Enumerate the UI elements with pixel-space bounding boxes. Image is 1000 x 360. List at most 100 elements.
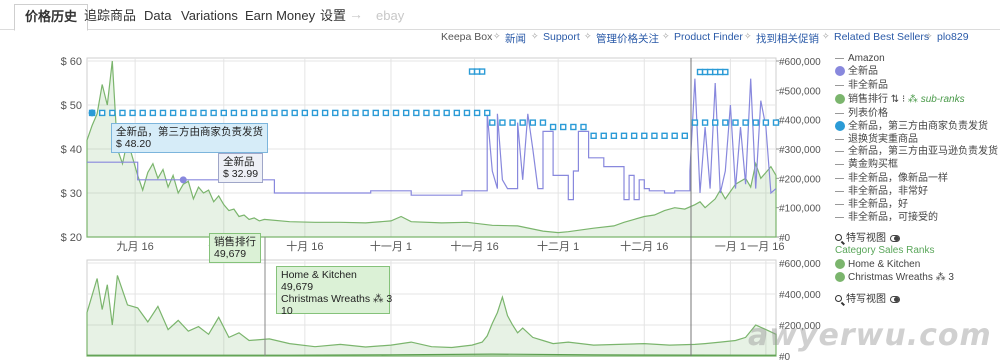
legend-non-new[interactable]: 非全新品 [835,80,888,92]
hierarchy-icon: ⁂ [935,272,946,284]
legend-label: 全新品，第三方由亚马逊负责发货 [848,146,998,157]
special-view-label: 特写视图 [846,233,886,244]
fbm-offer-point [342,109,349,117]
legend-list-price[interactable]: 列表价格 [835,108,888,120]
legend-buy-box[interactable]: 黄金购买框 [835,159,898,171]
fbm-offer-point [651,132,658,140]
fbm-offer-point [630,132,638,140]
fbm-offer-point [701,68,709,76]
y-left-tick-label: $ 30 [61,188,82,200]
fbm-offer-point [129,109,136,117]
legend-sales-rank[interactable]: 销售排行 ⇅ ⁝ ⁂ sub-ranks [835,94,965,106]
legend-christmas-wreaths[interactable]: Christmas Wreaths ⁂ 3 [835,272,954,284]
legend-label: 非全新品，像新品一样 [848,173,948,184]
legend-label: Amazon [848,53,885,64]
sub-ranks-link[interactable]: sub-ranks [921,94,965,105]
toggle-icon[interactable] [890,295,900,303]
y-right-tick-label: #200,000 [779,174,821,185]
fbm-offer-point [200,109,207,117]
fbm-offer-point [332,109,339,117]
legend-new-3p-fbm[interactable]: 全新品，第三方由商家负责发货 [835,121,988,133]
fbm-offer-point [752,119,759,126]
legend-label: Home & Kitchen [848,259,921,271]
fbm-offer-point [671,132,678,140]
fbm-offer-point [301,109,309,117]
series-dot-icon [835,259,845,269]
fbm-offer-point [696,68,704,76]
x-tick-label: 十二月 16 [620,239,668,253]
fbm-offer-point [382,109,390,117]
legend-label: 列表价格 [848,108,888,119]
y-left-tick-label: $ 40 [61,144,82,156]
special-view-toggle-2[interactable]: 特写视图 [835,294,900,306]
fbm-offer-point [661,132,668,140]
fbm-offer-point [362,109,369,117]
legend-label: 非全新品，非常好 [848,186,928,197]
legend-label: Christmas Wreaths [848,272,933,284]
legend-new-3p-fba[interactable]: 全新品，第三方由亚马逊负责发货 [835,146,998,158]
x-tick-label: 十一月 1 [370,239,412,253]
fbm-offer-point [321,109,329,117]
legend-new[interactable]: 全新品 [835,66,878,78]
legend-line-icon [835,216,844,218]
fbm-offer-point [499,119,506,126]
toggle-icon[interactable] [890,234,900,242]
legend-home-kitchen[interactable]: Home & Kitchen [835,259,920,271]
fbm-offer-point [433,109,440,117]
tooltip-line: Christmas Wreaths ⁂ 3 [281,293,393,305]
fbm-offer-point [641,132,648,140]
fbm-offer-point [98,109,106,117]
fbm-offer-point [468,68,476,75]
tooltip-line: Home & Kitchen [281,269,357,281]
fbm-offer-point [261,109,268,117]
legend-label: 全新品 [848,66,878,78]
fbm-offer-point [443,109,450,117]
hierarchy-icon: ⁂ [373,293,384,305]
fbm-offer-point [742,119,749,126]
tooltip-category-ranks: Home & Kitchen 49,679 Christmas Wreaths … [276,266,393,317]
fbm-offer-point [600,132,607,140]
legend-line-icon [835,84,844,86]
legend-label: 黄金购买框 [848,159,898,170]
x-tick-label: 一月 1 [715,241,746,253]
fbm-offer-point [590,132,597,140]
y-right-tick-label: #0 [779,352,791,360]
fbm-offer-point [580,123,587,131]
legend-line-icon [835,150,844,152]
fbm-offer-point [732,119,739,126]
legend-amazon[interactable]: Amazon [835,53,885,65]
tooltip-value: $ 48.20 [116,138,152,150]
tooltip-value: 49,679 [214,248,247,260]
fbm-offer-point [701,119,709,126]
legend-line-icon [835,138,844,140]
fbm-offer-point [478,68,486,75]
y-left-tick-label: $ 60 [61,56,82,68]
fbm-offer-point [484,109,491,117]
x-tick-label: 九月 16 [116,240,153,253]
fbm-offer-point [473,68,481,75]
fbm-offer-point [473,109,481,117]
sort-icon[interactable]: ⇅ ⁝ [891,94,905,105]
fbm-offer-point [180,109,187,117]
fbm-offer-point [519,119,526,126]
legend-label: 退换货実重商品 [848,134,918,145]
legend-used-good[interactable]: 非全新品，好 [835,199,908,211]
tooltip-title: 全新品 [223,156,255,168]
y-right-tick-label: #300,000 [779,145,821,156]
new-price-marker [179,176,187,184]
fbm-offer-point [119,109,126,117]
special-view-toggle[interactable]: 特写视图 [835,233,900,245]
legend-label: 全新品，第三方由商家负责发货 [848,121,988,133]
legend-refurbished[interactable]: 退换货実重商品 [835,134,918,146]
fbm-offer-point [311,109,319,117]
fbm-offer-point [271,109,278,117]
series-dot-icon [835,94,845,104]
legend-suffix: 3 [948,272,954,284]
legend-used-like-new[interactable]: 非全新品，像新品一样 [835,173,948,185]
fbm-offer-point [149,109,157,117]
legend-used-very-good[interactable]: 非全新品，非常好 [835,186,928,198]
legend-used-acceptable[interactable]: 非全新品，可接受的 [835,212,938,224]
y-right-tick-label: #500,000 [779,86,821,97]
y-right-tick-label: #400,000 [779,290,821,301]
y-right-tick-label: #100,000 [779,204,821,215]
